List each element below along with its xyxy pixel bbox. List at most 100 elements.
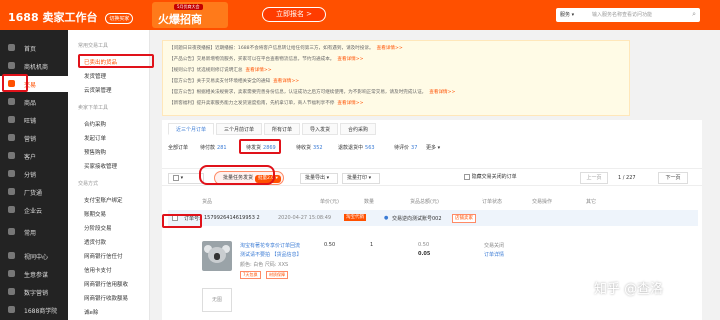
status-pending-payment[interactable]: 待付款 281 xyxy=(200,144,227,151)
hide-closed-toggle[interactable]: 隐藏交易关闭的订单 xyxy=(460,173,544,184)
select-all-checkbox[interactable] xyxy=(173,174,179,181)
sidebar-item-opportunity[interactable]: 商机机商 xyxy=(0,58,68,74)
submenu-trust-pay[interactable]: 网商银行信任付 xyxy=(84,252,123,260)
status-label: 待收货 xyxy=(296,145,312,151)
product-thumbnail[interactable] xyxy=(202,241,232,271)
status-pending-receipt[interactable]: 待收货 352 xyxy=(296,144,323,151)
status-count: 563 xyxy=(365,145,375,151)
status-count: 281 xyxy=(217,145,227,151)
notice-link[interactable]: 查看详情>> xyxy=(377,46,403,51)
submenu-create-order[interactable]: 发起订单 xyxy=(84,134,106,142)
submenu-buyer-accept[interactable]: 买家接收管理 xyxy=(84,162,117,170)
column-header-action: 交易操作 xyxy=(532,199,553,205)
sidebar-item-marketing[interactable]: 营销 xyxy=(0,130,68,146)
column-header-goods: 货品 xyxy=(202,199,213,205)
sidebar-item-academy[interactable]: 1688商学院 xyxy=(0,302,68,318)
search-type-select[interactable]: 服务 ▾ xyxy=(560,11,574,18)
product-title-line2[interactable]: 测试请不要拍 【货品信息】 xyxy=(240,251,302,258)
academy-icon xyxy=(8,306,15,313)
tab-recent-3-months[interactable]: 近三个月订单 xyxy=(168,123,214,135)
sidebar-item-shop[interactable]: 旺铺 xyxy=(0,112,68,128)
notice-line: 【官方公告】关于交易卖支付环境相关安全的通知 查看详情>> xyxy=(169,78,299,84)
order-number[interactable]: 1579926414619953 2 xyxy=(204,215,260,221)
goods-total-paid: 0.05 xyxy=(418,251,431,257)
submenu-contract[interactable]: 合约采购 xyxy=(84,120,106,128)
tab-older-than-3-months[interactable]: 三个月前订单 xyxy=(216,123,262,135)
promo-banner[interactable]: 5月优商大会 火爆招商 xyxy=(152,2,228,28)
sidebar-item-label: 常用 xyxy=(24,230,37,237)
search-bar[interactable]: 服务 ▾ 输入服务名称查看访问功能 ⌕ xyxy=(556,8,700,22)
tab-all-orders[interactable]: 所有订单 xyxy=(264,123,300,135)
sidebar-item-label: 厂货通 xyxy=(24,190,43,197)
submenu-cloud-shelf[interactable]: 云货架管理 xyxy=(84,86,112,94)
notice-text: 【官方公告】根据相关法规要求，卖家需要完善身份信息，认证成功之后方可继续使用，为… xyxy=(169,90,427,95)
notice-line: 【产品公告】交易新增物流服务，买家可以在平台查看物流信息，节约沟通成本。 查看详情… xyxy=(169,56,363,62)
sidebar-item-home[interactable]: 首页 xyxy=(0,40,68,56)
sidebar-item-customer[interactable]: 客户 xyxy=(0,148,68,164)
batch-print-dropdown[interactable]: 批量打印 ▾ xyxy=(342,173,380,184)
switch-role-badge[interactable]: 切换买家 xyxy=(105,12,134,24)
notice-link[interactable]: 查看详情>> xyxy=(337,57,363,62)
goods-icon xyxy=(8,98,15,105)
sidebar-item-factory[interactable]: 厂货通 xyxy=(0,184,68,200)
sidebar-item-label: 客户 xyxy=(24,154,37,161)
signup-button[interactable]: 立即报名 > xyxy=(262,7,326,22)
notice-text: 【官方公告】关于交易卖支付环境相关安全的通知 xyxy=(169,79,271,84)
tab-contract-purchase[interactable]: 合约采购 xyxy=(340,123,376,135)
sidebar-item-video[interactable]: 视同中心 xyxy=(0,248,68,264)
sidebar-item-favorites[interactable]: 常用 xyxy=(0,224,68,240)
product-title-line1[interactable]: 淘宝有著花专享价订单回流 xyxy=(240,242,300,249)
submenu-credit-e[interactable]: 诚e赊 xyxy=(84,308,98,316)
status-label: 更多 ▾ xyxy=(426,145,441,151)
shop-name[interactable]: 交易逆向测试账号002 xyxy=(392,215,442,222)
next-page-button[interactable]: 下一页 xyxy=(658,172,688,184)
sidebar-item-distribution[interactable]: 分销 xyxy=(0,166,68,182)
batch-export-dropdown[interactable]: 批量导出 ▾ xyxy=(300,173,338,184)
submenu-cod[interactable]: 透货付款 xyxy=(84,238,106,246)
status-pending-review[interactable]: 待评价 37 xyxy=(394,144,417,151)
sidebar-item-label: 视同中心 xyxy=(24,254,49,261)
submenu-credit-card[interactable]: 信用卡支付 xyxy=(84,266,112,274)
second-product-thumbnail[interactable]: 无图 xyxy=(202,288,232,312)
notice-link[interactable]: 查看详情>> xyxy=(337,101,363,106)
tab-import-shipping[interactable]: 导入发货 xyxy=(302,123,338,135)
status-count: 37 xyxy=(411,145,418,151)
sidebar-item-digital[interactable]: 数字营销 xyxy=(0,284,68,300)
status-more[interactable]: 更多 ▾ xyxy=(426,144,440,151)
notice-link[interactable]: 查看详情>> xyxy=(246,68,272,73)
sidebar-item-label: 旺铺 xyxy=(24,118,37,125)
submenu-alipay-bind[interactable]: 支付宝账户绑定 xyxy=(84,196,123,204)
opportunity-icon xyxy=(8,62,15,69)
status-all[interactable]: 全部订单 xyxy=(168,144,188,151)
submenu-bank-collect[interactable]: 网商银行收款额易 xyxy=(84,294,128,302)
notice-link[interactable]: 查看详情>> xyxy=(429,90,455,95)
hide-closed-checkbox[interactable] xyxy=(464,173,470,180)
submenu-presale[interactable]: 预售购购 xyxy=(84,148,106,156)
shop-icon: ● xyxy=(384,215,389,221)
status-refunding[interactable]: 退款退货中 563 xyxy=(338,144,375,151)
submenu-credit-term[interactable]: 账期交易 xyxy=(84,210,106,218)
notice-link[interactable]: 查看详情>> xyxy=(273,79,299,84)
sidebar-item-goods[interactable]: 商品 xyxy=(0,94,68,110)
submenu-bank-credit[interactable]: 网商银行信用额收 xyxy=(84,280,128,288)
sidebar-item-analytics[interactable]: 生意参谋 xyxy=(0,266,68,282)
product-spec: 颜色: 白色 尺码: XXS xyxy=(240,262,289,268)
app-logo[interactable]: 1688 卖家工作台 切换买家 xyxy=(8,9,134,25)
prev-page-button[interactable]: 上一页 xyxy=(580,172,608,184)
promo-title: 火爆招商 xyxy=(158,13,202,26)
video-icon xyxy=(8,252,15,259)
unit-price: 0.50 xyxy=(324,242,336,248)
notice-line: 【官方公告】根据相关法规要求，卖家需要完善身份信息，认证成功之后方可继续使用，为… xyxy=(169,89,455,95)
notice-text: 【规则公示】优选规则修订说明汇总 xyxy=(169,68,243,73)
status-label: 退款退货中 xyxy=(338,145,364,151)
notice-line: 【规则公示】优选规则修订说明汇总 查看详情>> xyxy=(169,67,272,73)
exchange-tag: 7天包换 xyxy=(240,271,261,279)
search-icon[interactable]: ⌕ xyxy=(692,10,696,19)
search-input[interactable]: 输入服务名称查看访问功能 xyxy=(592,11,652,18)
order-detail-link[interactable]: 订单详情 xyxy=(484,251,504,258)
sidebar-item-label: 分销 xyxy=(24,172,37,179)
hide-closed-label: 隐藏交易关闭的订单 xyxy=(471,174,517,180)
sidebar-item-cloud[interactable]: 企业云 xyxy=(0,202,68,218)
submenu-staged[interactable]: 分阶段交易 xyxy=(84,224,112,232)
submenu-shipping[interactable]: 发货管理 xyxy=(84,72,106,80)
